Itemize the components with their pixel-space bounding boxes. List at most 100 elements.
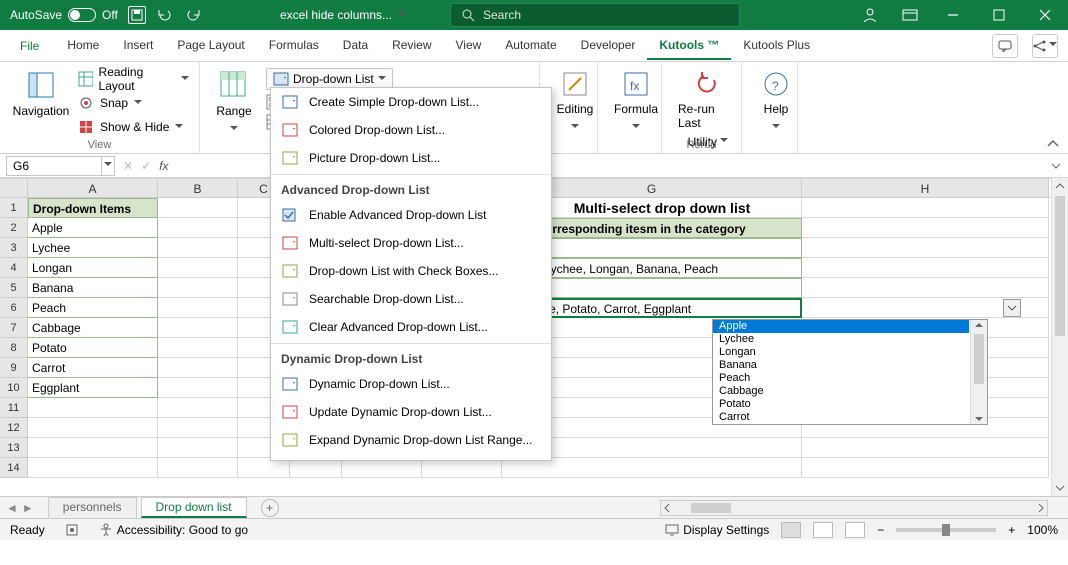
row-header[interactable]: 12 xyxy=(0,418,28,438)
row-header[interactable]: 6 xyxy=(0,298,28,318)
cell[interactable] xyxy=(158,258,238,278)
tab-kutools-[interactable]: Kutools ™ xyxy=(647,32,731,60)
dropdown-option[interactable]: Carrot xyxy=(713,411,969,424)
cell[interactable]: Longan xyxy=(28,258,158,278)
row-header[interactable]: 1 xyxy=(0,198,28,218)
autosave-toggle[interactable]: AutoSave Off xyxy=(10,8,118,22)
row-header[interactable]: 5 xyxy=(0,278,28,298)
tab-home[interactable]: Home xyxy=(55,32,111,60)
row-header[interactable]: 3 xyxy=(0,238,28,258)
cell[interactable] xyxy=(158,398,238,418)
cell[interactable] xyxy=(158,298,238,318)
undo-icon[interactable] xyxy=(156,6,174,24)
cancel-formula-icon[interactable]: ✕ xyxy=(123,159,133,173)
tab-automate[interactable]: Automate xyxy=(493,32,568,60)
menu-item[interactable]: Expand Dynamic Drop-down List Range... xyxy=(271,426,551,454)
dropdown-option[interactable]: Banana xyxy=(713,359,969,372)
menu-item[interactable]: Searchable Drop-down List... xyxy=(271,285,551,313)
new-sheet-button[interactable]: + xyxy=(261,499,279,517)
row-header[interactable]: 7 xyxy=(0,318,28,338)
dropdown-option[interactable]: Lychee xyxy=(713,333,969,346)
row-header[interactable]: 2 xyxy=(0,218,28,238)
collapse-ribbon-icon[interactable] xyxy=(1046,139,1060,149)
cell[interactable] xyxy=(158,218,238,238)
cell[interactable]: Cabbage xyxy=(28,318,158,338)
cell-dropdown-button[interactable] xyxy=(1003,299,1021,317)
cell[interactable] xyxy=(802,278,1049,298)
cell[interactable]: Eggplant xyxy=(28,378,158,398)
cell[interactable] xyxy=(158,238,238,258)
cell[interactable] xyxy=(342,458,422,478)
vertical-scrollbar[interactable] xyxy=(1051,178,1068,496)
dropdown-option[interactable]: Potato xyxy=(713,398,969,411)
sheet-tab[interactable]: personnels xyxy=(48,497,137,518)
cell[interactable] xyxy=(238,458,290,478)
comments-button[interactable] xyxy=(992,34,1018,58)
name-box-dropdown[interactable] xyxy=(101,156,115,176)
snap-button[interactable]: Snap xyxy=(78,92,189,114)
cell[interactable] xyxy=(158,378,238,398)
cell[interactable] xyxy=(802,258,1049,278)
range-button[interactable]: Range xyxy=(210,66,258,141)
zoom-out-button[interactable]: − xyxy=(877,523,884,537)
show-hide-button[interactable]: Show & Hide xyxy=(78,116,189,138)
tab-file[interactable]: File xyxy=(8,33,51,59)
filename-area[interactable]: excel hide columns... xyxy=(280,8,406,23)
dropdown-scrollbar[interactable] xyxy=(970,320,987,424)
tab-view[interactable]: View xyxy=(444,32,494,60)
cell[interactable] xyxy=(28,458,158,478)
navigation-button[interactable]: Navigation xyxy=(10,66,72,138)
cell[interactable]: Carrot xyxy=(28,358,158,378)
user-icon[interactable] xyxy=(850,0,890,30)
ribbon-display-icon[interactable] xyxy=(890,0,930,30)
column-header[interactable]: B xyxy=(158,179,238,197)
cell[interactable] xyxy=(158,358,238,378)
close-button[interactable] xyxy=(1022,0,1068,30)
zoom-slider[interactable] xyxy=(896,528,996,532)
cell[interactable] xyxy=(802,238,1049,258)
dropdown-option[interactable]: Cabbage xyxy=(713,385,969,398)
scrollbar-thumb[interactable] xyxy=(691,503,731,513)
cell[interactable] xyxy=(158,318,238,338)
cell[interactable] xyxy=(158,438,238,458)
menu-item[interactable]: Create Simple Drop-down List... xyxy=(271,88,551,116)
accessibility-status[interactable]: Accessibility: Good to go xyxy=(99,523,248,537)
menu-item[interactable]: Picture Drop-down List... xyxy=(271,144,551,172)
sheet-tab[interactable]: Drop down list xyxy=(141,497,247,518)
tab-review[interactable]: Review xyxy=(380,32,443,60)
share-button[interactable] xyxy=(1032,34,1058,58)
row-header[interactable]: 11 xyxy=(0,398,28,418)
cell[interactable]: Banana xyxy=(28,278,158,298)
tab-formulas[interactable]: Formulas xyxy=(257,32,331,60)
search-input[interactable]: Search xyxy=(450,3,740,27)
dropdown-option[interactable]: Peach xyxy=(713,372,969,385)
cell[interactable] xyxy=(28,398,158,418)
tab-page-layout[interactable]: Page Layout xyxy=(165,32,256,60)
maximize-button[interactable] xyxy=(976,0,1022,30)
sheet-nav-prev-icon[interactable]: ◄ xyxy=(6,501,18,515)
view-page-layout-button[interactable] xyxy=(813,522,833,538)
cell[interactable] xyxy=(158,198,238,218)
cell[interactable]: Apple xyxy=(28,218,158,238)
menu-item[interactable]: Multi-select Drop-down List... xyxy=(271,229,551,257)
scrollbar-thumb[interactable] xyxy=(1055,196,1065,336)
formula-button[interactable]: fx Formula xyxy=(608,66,664,139)
cell[interactable]: Potato xyxy=(28,338,158,358)
expand-formula-bar-icon[interactable] xyxy=(1050,161,1062,171)
menu-item[interactable]: Clear Advanced Drop-down List... xyxy=(271,313,551,341)
minimize-button[interactable] xyxy=(930,0,976,30)
cell[interactable] xyxy=(802,458,1049,478)
cell[interactable] xyxy=(158,278,238,298)
zoom-in-button[interactable]: + xyxy=(1008,523,1015,537)
reading-layout-button[interactable]: Reading Layout xyxy=(78,68,189,90)
view-normal-button[interactable] xyxy=(781,522,801,538)
cell[interactable] xyxy=(802,438,1049,458)
scrollbar-thumb[interactable] xyxy=(974,334,984,384)
redo-icon[interactable] xyxy=(184,6,202,24)
menu-item[interactable]: Enable Advanced Drop-down List xyxy=(271,201,551,229)
zoom-level[interactable]: 100% xyxy=(1027,523,1058,537)
dropdown-option[interactable]: Apple xyxy=(713,320,969,333)
row-header[interactable]: 14 xyxy=(0,458,28,478)
cell[interactable] xyxy=(158,458,238,478)
sheet-nav-next-icon[interactable]: ► xyxy=(22,501,34,515)
